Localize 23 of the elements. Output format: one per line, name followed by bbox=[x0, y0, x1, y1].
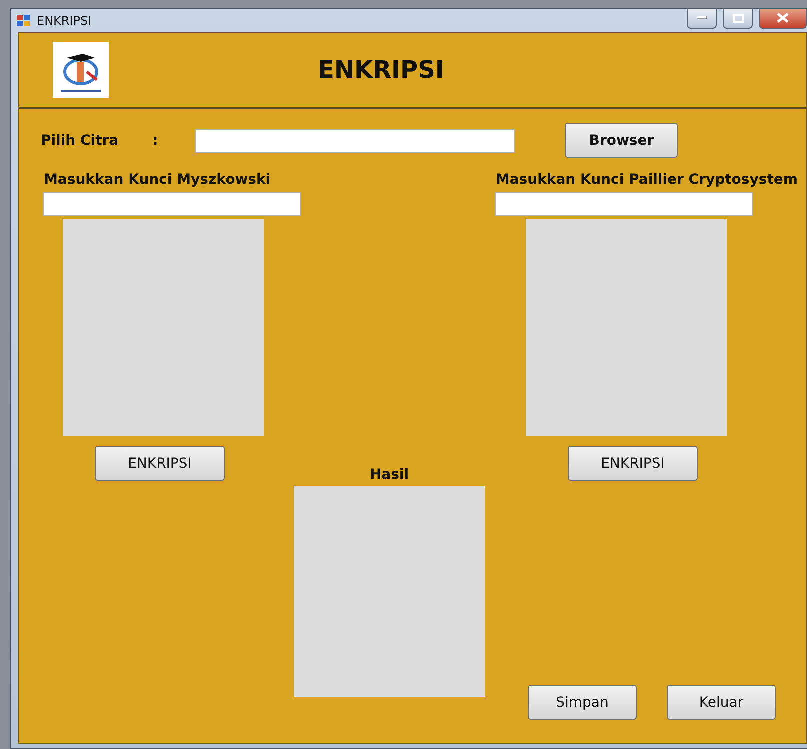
key-field[interactable] bbox=[495, 192, 753, 216]
close-icon bbox=[777, 13, 789, 23]
colon-label: : bbox=[152, 132, 158, 148]
encrypt-button[interactable]: ENKRIPSI bbox=[568, 446, 698, 481]
image-path-field[interactable] bbox=[195, 128, 516, 152]
form-title: ENKRIPSI bbox=[318, 56, 444, 84]
browse-button[interactable]: Browser bbox=[565, 123, 678, 158]
exit-button[interactable]: Keluar bbox=[667, 685, 776, 720]
save-button[interactable]: Simpan bbox=[528, 685, 637, 720]
maximize-icon bbox=[732, 14, 744, 22]
key-label: Masukkan Kunci Myszkowski bbox=[44, 172, 271, 188]
encrypt-button[interactable]: ENKRIPSI bbox=[95, 446, 225, 481]
result-label: Hasil bbox=[370, 467, 410, 483]
image-label: Pilih Citra bbox=[41, 132, 119, 148]
key-label: Masukkan Kunci Paillier Cryptosystem bbox=[496, 172, 798, 188]
app-icon bbox=[17, 14, 31, 28]
key-field[interactable] bbox=[43, 192, 301, 216]
window-title: ENKRIPSI bbox=[37, 14, 93, 28]
logo-icon bbox=[53, 42, 109, 98]
minimize-icon bbox=[697, 16, 707, 20]
maximize-button[interactable] bbox=[723, 8, 753, 28]
close-button[interactable] bbox=[759, 8, 807, 28]
minimize-button[interactable] bbox=[687, 8, 717, 28]
